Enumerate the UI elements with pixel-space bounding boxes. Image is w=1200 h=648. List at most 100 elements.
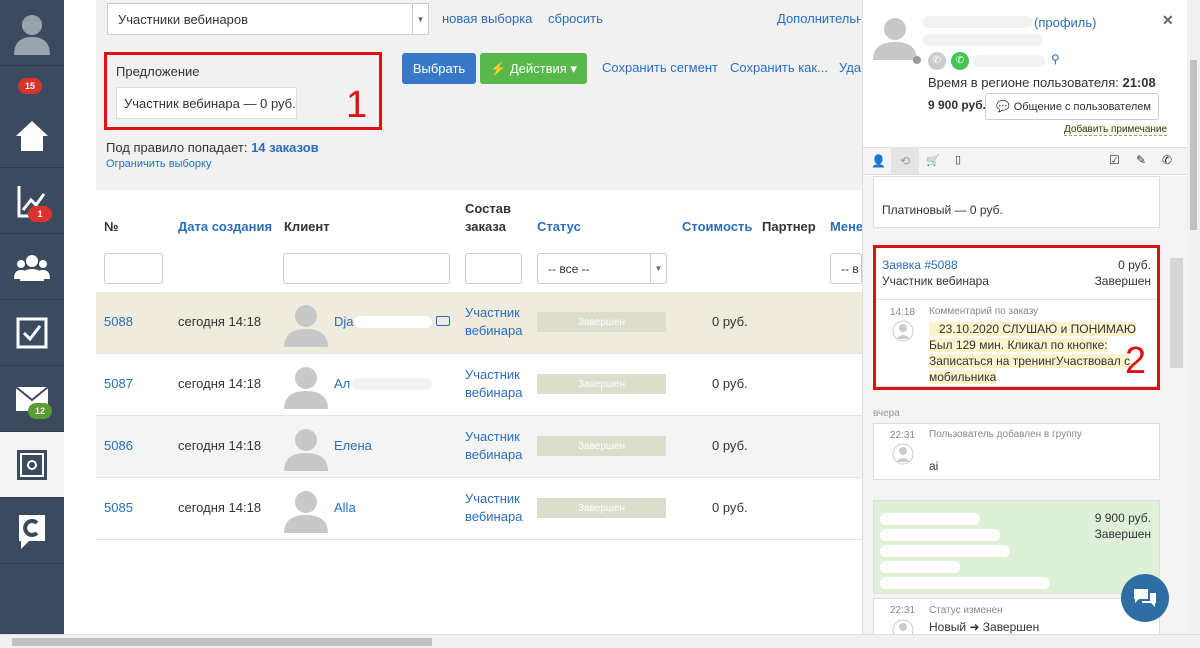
select-button[interactable]: Выбрать <box>402 53 476 84</box>
save-as-link[interactable]: Сохранить как... <box>730 60 828 75</box>
redacted-email <box>923 34 1043 46</box>
order-composition-line2[interactable]: вебинара <box>465 447 522 462</box>
order-id-link[interactable]: 5085 <box>104 500 133 515</box>
home-icon[interactable] <box>0 104 64 168</box>
comments-icon: 💬 <box>996 101 1010 113</box>
add-note-link[interactable]: Добавить примечание <box>1064 124 1168 136</box>
offer-label: Предложение <box>116 64 200 79</box>
redacted-text <box>354 316 432 328</box>
order-date: сегодня 14:18 <box>178 376 262 391</box>
order-composition-line1[interactable]: Участник <box>465 429 520 444</box>
user-panel: (профиль) ✕ ✆ ✆ ⚲ Время в регионе пользо… <box>862 0 1187 641</box>
reset-link[interactable]: сбросить <box>548 11 603 26</box>
redacted-text <box>352 378 432 390</box>
col-composition-2: заказа <box>465 219 506 234</box>
order-date: сегодня 14:18 <box>178 500 262 515</box>
offer-tag[interactable]: Участник вебинара — 0 руб. <box>116 87 297 119</box>
save-segment-link[interactable]: Сохранить сегмент <box>602 60 718 75</box>
order-id-link[interactable]: 5088 <box>104 314 133 329</box>
event-card: 22:31 Статус изменен Новый ➜ Завершен <box>873 598 1160 641</box>
col-manager[interactable]: Мене <box>830 219 862 234</box>
scrollbar-thumb[interactable] <box>12 638 432 646</box>
filter-status-select[interactable]: -- все -- ▼ <box>537 253 667 284</box>
client-name-link[interactable]: Ал <box>334 376 350 391</box>
actions-button[interactable]: ⚡ Действия ▾ <box>480 53 587 84</box>
tab-history-icon[interactable]: ⟲ <box>891 148 919 174</box>
chat-with-user-button[interactable]: 💬 Общение с пользователем <box>985 93 1159 120</box>
table-row[interactable]: 5088 сегодня 14:18 Dja Участник вебинара… <box>96 292 862 354</box>
event-card: 22:31 Пользователь добавлен в группу аі <box>873 423 1160 480</box>
order-composition-line2[interactable]: вебинара <box>465 323 522 338</box>
filter-composition-input[interactable] <box>465 253 522 284</box>
mail-icon[interactable] <box>0 366 64 432</box>
filter-client-input[interactable] <box>283 253 450 284</box>
order-id-link[interactable]: 5087 <box>104 376 133 391</box>
order-cost: 0 руб. <box>712 500 748 515</box>
new-selection-link[interactable]: новая выборка <box>442 11 532 26</box>
chevron-down-icon: ▼ <box>412 4 428 34</box>
users-icon[interactable] <box>0 234 64 300</box>
tab-tasks-icon[interactable]: ☑ <box>1109 153 1120 167</box>
profile-link[interactable]: (профиль) <box>1034 15 1096 30</box>
event-title: Статус изменен <box>929 605 1003 616</box>
safe-icon[interactable] <box>0 432 64 498</box>
order-composition-line1[interactable]: Участник <box>465 305 520 320</box>
tab-user-icon[interactable]: 👤 <box>871 154 886 168</box>
col-number[interactable]: № <box>104 219 119 234</box>
search-icon[interactable]: ⚲ <box>1051 52 1060 66</box>
close-icon[interactable]: ✕ <box>1162 12 1174 29</box>
orders-count-link[interactable]: 14 заказов <box>251 140 319 155</box>
money-icon[interactable] <box>436 316 450 326</box>
day-separator: вчера <box>873 408 900 419</box>
panel-scrollbar[interactable] <box>1187 0 1200 634</box>
tab-cart-icon[interactable]: 🛒 <box>926 154 940 167</box>
table-row[interactable]: 5086 сегодня 14:18 Елена Участник вебина… <box>96 416 862 478</box>
chat-widget-button[interactable] <box>1121 574 1169 622</box>
col-cost[interactable]: Стоимость <box>682 219 752 234</box>
col-partner: Партнер <box>762 219 816 234</box>
order-composition-line2[interactable]: вебинара <box>465 509 522 524</box>
order-composition-line2[interactable]: вебинара <box>465 385 522 400</box>
segment-select[interactable]: Участники вебинаров ▼ <box>107 3 429 35</box>
order-composition-line1[interactable]: Участник <box>465 491 520 506</box>
chat-with-user-label: Общение с пользователем <box>1013 100 1151 113</box>
phone-icon[interactable]: ✆ <box>928 52 946 70</box>
client-name-link[interactable]: Alla <box>334 500 356 515</box>
event-text: аі <box>929 459 939 473</box>
delete-link[interactable]: Уда <box>839 60 861 75</box>
tab-edit-icon[interactable]: ✎ <box>1136 153 1146 167</box>
user-avatar-icon[interactable] <box>0 0 64 66</box>
client-avatar-icon <box>284 305 328 347</box>
col-created[interactable]: Дата создания <box>178 219 272 234</box>
getcourse-logo-icon[interactable] <box>0 498 64 564</box>
redacted-name <box>923 16 1033 28</box>
horizontal-scrollbar[interactable] <box>0 634 1200 648</box>
status-badge: Завершен <box>537 436 666 456</box>
client-name-link[interactable]: Елена <box>334 438 372 453</box>
feed-scrollbar-thumb[interactable] <box>1170 258 1183 368</box>
event-title: Пользователь добавлен в группу <box>929 429 1082 440</box>
order-composition-line1[interactable]: Участник <box>465 367 520 382</box>
tasks-checkbox-icon[interactable] <box>0 300 64 366</box>
table-row[interactable]: 5087 сегодня 14:18 Ал Участник вебинара … <box>96 354 862 416</box>
client-name-link[interactable]: Dja <box>334 314 354 329</box>
order-id-link[interactable]: 5086 <box>104 438 133 453</box>
order-date: сегодня 14:18 <box>178 438 262 453</box>
chart-icon[interactable] <box>0 168 64 234</box>
whatsapp-icon[interactable]: ✆ <box>951 52 969 70</box>
filter-manager-select[interactable]: -- в <box>830 253 862 284</box>
redacted-phone <box>973 55 1045 67</box>
event-time: 22:31 <box>890 430 916 441</box>
table-row[interactable]: 5085 сегодня 14:18 Alla Участник вебинар… <box>96 478 862 540</box>
event-avatar-icon <box>892 443 914 465</box>
additional-link[interactable]: Дополнительн <box>777 11 861 26</box>
col-status[interactable]: Статус <box>537 219 581 234</box>
offline-status-icon <box>913 56 921 64</box>
tab-mobile-icon[interactable]: ▯ <box>955 153 961 166</box>
status-badge: Завершен <box>537 374 666 394</box>
tab-phone-icon[interactable]: ✆ <box>1162 153 1172 167</box>
filter-number-input[interactable] <box>104 253 163 284</box>
scrollbar-thumb[interactable] <box>1190 60 1197 230</box>
segment-select-value: Участники вебинаров <box>118 11 249 27</box>
limit-selection-link[interactable]: Ограничить выборку <box>106 158 211 170</box>
